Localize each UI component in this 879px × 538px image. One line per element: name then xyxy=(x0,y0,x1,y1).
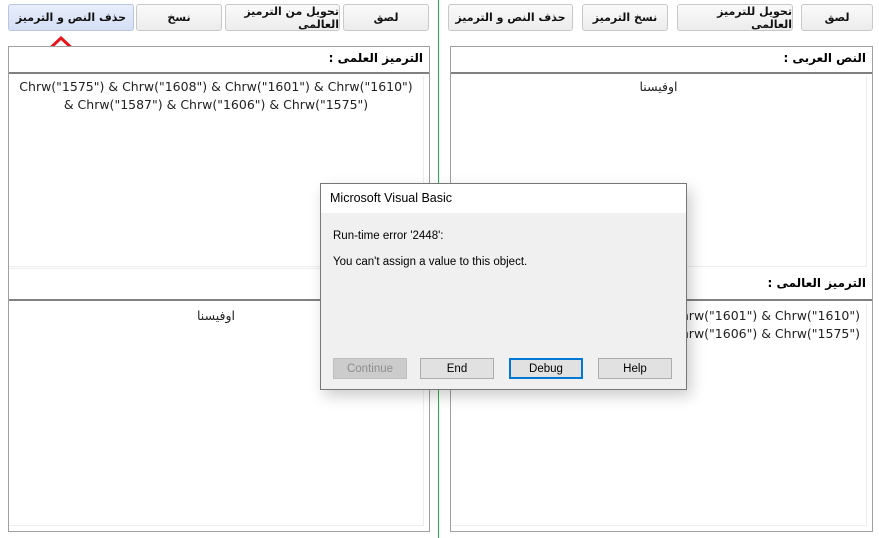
right-paste-button[interactable]: لصق xyxy=(801,4,873,31)
convert-to-unicode-button[interactable]: تحويل للترميز العالمى xyxy=(677,4,793,31)
right-top-label: النص العربى : xyxy=(451,47,872,74)
right-clear-button[interactable]: حذف النص و الترميز xyxy=(448,4,573,31)
error-dialog: Microsoft Visual Basic Run-time error '2… xyxy=(320,183,687,390)
left-clear-button[interactable]: حذف النص و الترميز xyxy=(8,4,134,31)
convert-from-unicode-button[interactable]: تحويل من الترميز العالمى xyxy=(225,4,340,31)
error-message: You can't assign a value to this object. xyxy=(333,256,528,268)
left-copy-button[interactable]: نسخ xyxy=(136,4,222,31)
left-paste-button[interactable]: لصق xyxy=(343,4,429,31)
continue-button[interactable]: Continue xyxy=(333,358,407,379)
debug-button[interactable]: Debug xyxy=(509,358,583,379)
help-button[interactable]: Help xyxy=(598,358,672,379)
dialog-title: Microsoft Visual Basic xyxy=(321,184,686,213)
end-button[interactable]: End xyxy=(420,358,494,379)
error-code: Run-time error '2448': xyxy=(333,230,444,242)
left-top-label: الترميز العلمى : xyxy=(9,47,429,74)
copy-code-button[interactable]: نسخ الترميز xyxy=(582,4,668,31)
